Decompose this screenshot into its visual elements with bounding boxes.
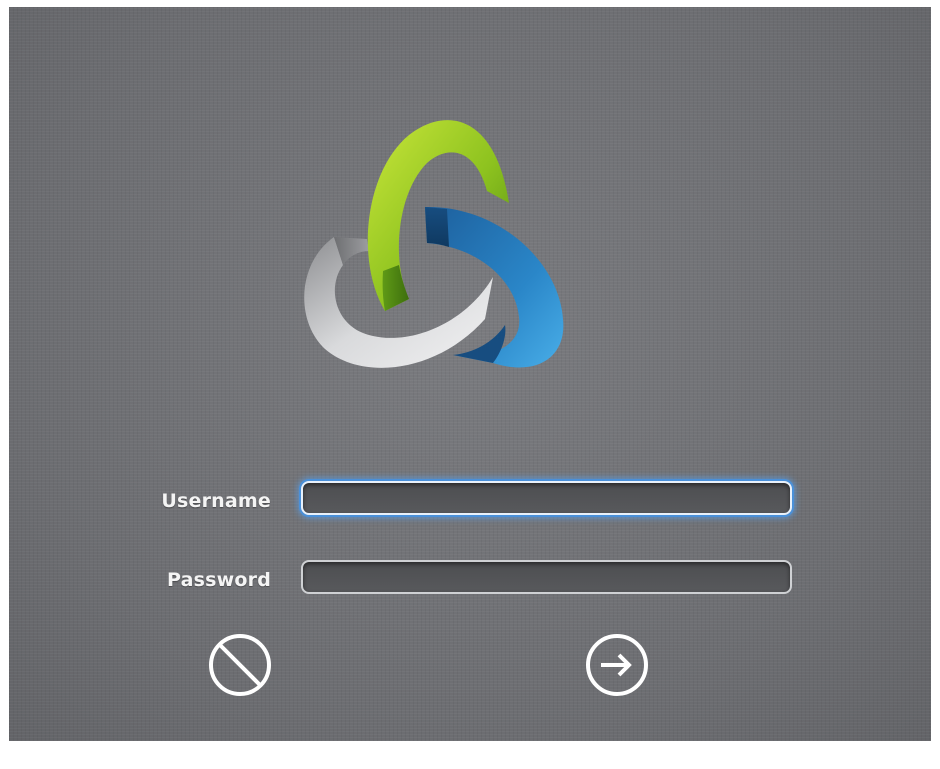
login-screen: Username Password bbox=[9, 7, 931, 741]
username-input[interactable] bbox=[301, 481, 792, 515]
login-submit-button[interactable] bbox=[584, 632, 650, 698]
arrow-right-circle-icon bbox=[586, 634, 648, 696]
username-label: Username bbox=[161, 490, 271, 512]
password-label: Password bbox=[166, 569, 271, 591]
logo-green-ribbon-shade bbox=[382, 265, 409, 311]
password-input[interactable] bbox=[301, 560, 792, 594]
cancel-button[interactable] bbox=[207, 632, 273, 698]
logo-blue-ribbon-shade bbox=[425, 207, 449, 247]
prohibited-icon bbox=[209, 634, 271, 696]
app-logo bbox=[304, 120, 564, 368]
